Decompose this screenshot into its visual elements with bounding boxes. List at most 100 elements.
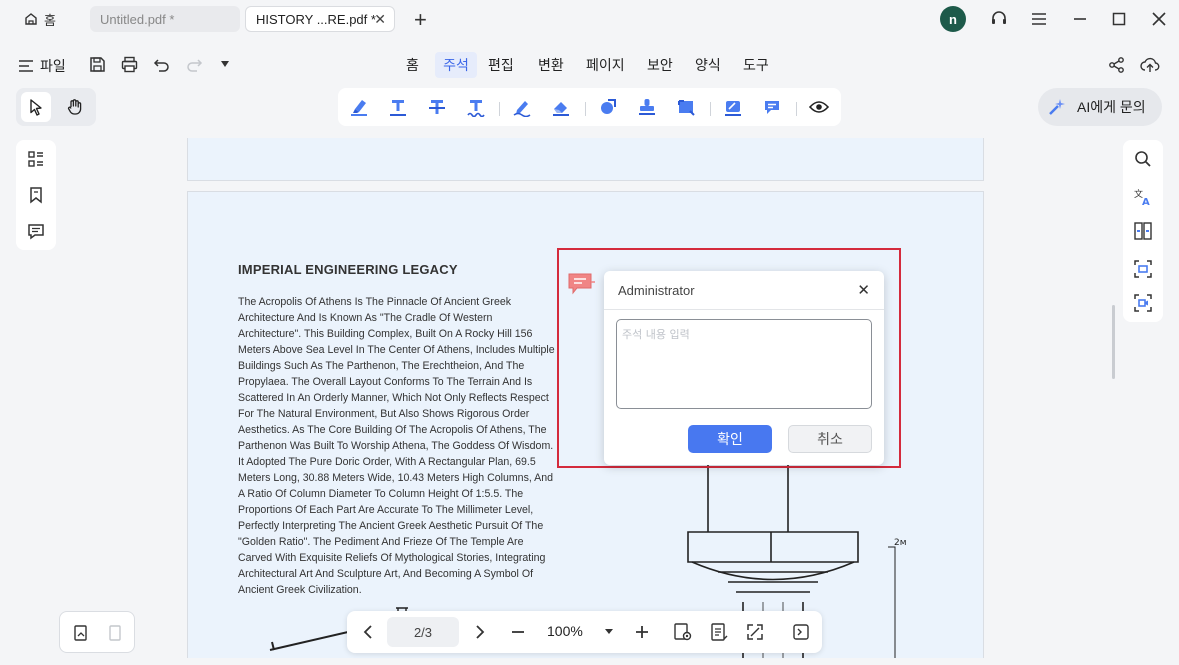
squiggly-text-icon[interactable]	[461, 92, 491, 122]
body-line: Perfectly Interpreting The Ancient Greek…	[238, 520, 544, 532]
body-line: Buildings Such As The Parthenon, The Ere…	[238, 360, 525, 372]
pen-tool-icon[interactable]	[507, 92, 537, 122]
new-tab-button[interactable]: +	[414, 7, 427, 33]
screen-record-icon[interactable]	[1130, 290, 1156, 316]
menu-hamburger-icon[interactable]	[1028, 8, 1050, 30]
highlight-tool-icon[interactable]	[344, 92, 374, 122]
strikethrough-text-icon[interactable]	[422, 92, 452, 122]
translate-icon[interactable]: 文A	[1130, 184, 1156, 210]
document-tab-untitled[interactable]: Untitled.pdf *	[90, 6, 240, 32]
support-headset-icon[interactable]	[988, 8, 1010, 30]
right-sidebar: 文A	[1123, 140, 1163, 322]
document-tab-label: Untitled.pdf *	[100, 11, 175, 27]
body-line: It Adopted The Pure Doric Order, With A …	[238, 456, 536, 468]
zoom-level[interactable]: 100%	[547, 623, 583, 639]
page-indicator[interactable]: 2/3	[387, 617, 459, 647]
ocr-scan-icon[interactable]	[1130, 256, 1156, 282]
close-comment-icon[interactable]: ✕	[857, 281, 870, 299]
body-line: Meters Above Sea Level In The Center Of …	[238, 344, 555, 356]
area-highlight-icon[interactable]	[671, 92, 701, 122]
document-tab-history[interactable]: HISTORY ...RE.pdf * ✕	[245, 6, 395, 32]
menu-item-page[interactable]: 페이지	[580, 52, 631, 78]
zoom-dropdown-icon[interactable]	[605, 629, 613, 635]
home-tab-label: 홈	[44, 12, 56, 28]
close-tab-icon[interactable]: ✕	[374, 11, 386, 28]
file-menu-icon	[18, 59, 34, 73]
home-tab[interactable]: 홈	[14, 6, 78, 32]
cancel-comment-button[interactable]: 취소	[788, 425, 872, 453]
eraser-tool-icon[interactable]	[546, 92, 576, 122]
menu-item-tools[interactable]: 도구	[737, 52, 775, 78]
share-icon[interactable]	[1108, 56, 1126, 74]
comment-marker-icon[interactable]	[567, 272, 595, 296]
comment-input[interactable]	[616, 319, 872, 409]
previous-page	[187, 138, 984, 181]
stamp-tool-icon[interactable]	[632, 92, 662, 122]
rotate-page-icon[interactable]	[68, 620, 94, 646]
shape-tool-icon[interactable]	[593, 92, 623, 122]
read-mode-icon[interactable]	[670, 619, 696, 645]
redo-icon[interactable]	[186, 56, 203, 73]
signature-tool-icon[interactable]	[718, 92, 748, 122]
body-line: Ancient Greek Civilization.	[238, 584, 362, 596]
page-heading: IMPERIAL ENGINEERING LEGACY	[238, 262, 458, 277]
minimize-window-icon[interactable]	[1069, 8, 1091, 30]
menu-item-edit[interactable]: 편집	[482, 52, 520, 78]
undo-icon[interactable]	[153, 56, 170, 73]
body-line: Architecture". This Building Complex, Bu…	[238, 328, 533, 340]
bookmark-icon[interactable]	[23, 182, 49, 208]
page-mode-palette	[59, 611, 135, 653]
divider	[604, 309, 884, 310]
hand-tool-icon[interactable]	[60, 92, 90, 122]
underline-text-icon[interactable]	[383, 92, 413, 122]
vertical-scrollbar[interactable]	[1112, 305, 1115, 379]
menu-item-form[interactable]: 양식	[689, 52, 727, 78]
cursor-mode-palette	[16, 88, 96, 126]
left-sidebar	[16, 140, 56, 250]
file-menu-button[interactable]: 파일	[18, 56, 66, 76]
body-line: Architectural Art And Sculpture Art, And…	[238, 568, 534, 580]
drawing-dimension-label: 2м	[894, 538, 907, 548]
fit-page-icon[interactable]	[706, 619, 732, 645]
previous-page-icon[interactable]	[355, 619, 381, 645]
maximize-window-icon[interactable]	[1108, 8, 1130, 30]
quick-access-dropdown-icon[interactable]	[220, 60, 230, 68]
comment-note-icon[interactable]	[757, 92, 787, 122]
next-page-icon[interactable]	[467, 619, 493, 645]
body-line: Proportions Of Each Part Are Accurate To…	[238, 504, 534, 516]
page-layout-icon[interactable]	[102, 620, 128, 646]
body-line: "Golden Ratio". The Pediment And Frieze …	[238, 536, 524, 548]
zoom-in-icon[interactable]	[629, 619, 655, 645]
home-icon	[24, 12, 38, 26]
print-icon[interactable]	[121, 56, 138, 73]
body-line: Propylaea. The Overall Layout Conforms T…	[238, 376, 533, 388]
body-line: Aesthetics. As The Core Building Of The …	[238, 424, 547, 436]
user-avatar[interactable]: n	[940, 6, 966, 32]
menu-item-home[interactable]: 홈	[400, 52, 425, 78]
compare-documents-icon[interactable]	[1130, 218, 1156, 244]
file-menu-label: 파일	[40, 58, 66, 74]
zoom-out-icon[interactable]	[505, 619, 531, 645]
document-tab-label: HISTORY ...RE.pdf *	[256, 11, 376, 27]
confirm-comment-button[interactable]: 확인	[688, 425, 772, 453]
menu-item-security[interactable]: 보안	[641, 52, 679, 78]
ai-assistant-button[interactable]: AI에게 문의	[1038, 88, 1162, 126]
svg-text:A: A	[1142, 197, 1150, 207]
menu-item-convert[interactable]: 변환	[532, 52, 570, 78]
body-line: For The Natural Environment, But Also Sh…	[238, 408, 530, 420]
cloud-upload-icon[interactable]	[1140, 56, 1160, 74]
body-line: Meters Long, 30.88 Meters Wide, 10.43 Me…	[238, 472, 554, 484]
close-window-icon[interactable]	[1148, 8, 1170, 30]
search-icon[interactable]	[1130, 146, 1156, 172]
save-icon[interactable]	[89, 56, 106, 73]
menu-item-annotate[interactable]: 주석	[435, 52, 477, 78]
comments-panel-icon[interactable]	[23, 218, 49, 244]
fullscreen-icon[interactable]	[742, 619, 768, 645]
page-body-text: The Acropolis Of Athens Is The Pinnacle …	[238, 294, 588, 598]
body-line: Carved With Exquisite Reliefs Of Mytholo…	[238, 552, 546, 564]
show-annotations-eye-icon[interactable]	[804, 92, 834, 122]
collapse-toolbar-icon[interactable]	[788, 619, 814, 645]
thumbnails-icon[interactable]	[23, 146, 49, 172]
body-line: Scattered In An Orderly Manner, Which No…	[238, 392, 549, 404]
select-cursor-icon[interactable]	[21, 92, 51, 122]
